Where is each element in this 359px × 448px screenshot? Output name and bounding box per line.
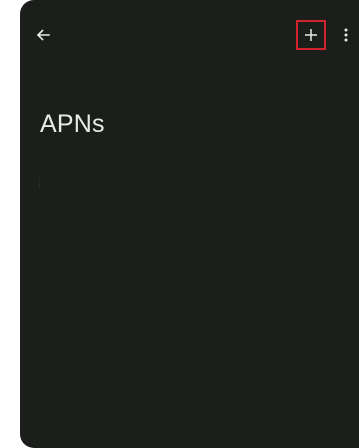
settings-screen: APNs [20, 0, 359, 448]
divider [39, 178, 40, 188]
page-title: APNs [40, 110, 105, 138]
plus-icon [305, 29, 317, 41]
top-app-bar [20, 0, 359, 70]
apn-list [20, 170, 359, 430]
arrow-back-icon [36, 29, 50, 41]
more-vert-icon [344, 28, 348, 42]
add-apn-button[interactable] [296, 20, 326, 50]
back-button[interactable] [32, 24, 54, 46]
more-options-button[interactable] [338, 24, 354, 46]
